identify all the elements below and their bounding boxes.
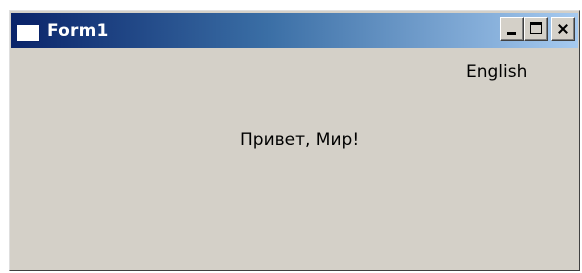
greeting-label: Привет, Мир! <box>240 130 360 150</box>
language-toggle[interactable]: English <box>466 62 527 82</box>
minimize-button[interactable] <box>500 17 524 41</box>
caption-buttons <box>500 17 575 41</box>
close-icon <box>552 18 574 40</box>
maximize-icon <box>530 22 542 34</box>
title-bar[interactable]: Form1 <box>11 13 578 48</box>
window-title: Form1 <box>47 20 109 41</box>
window-icon[interactable] <box>16 19 40 42</box>
minimize-icon <box>507 32 516 35</box>
close-button[interactable] <box>551 17 575 41</box>
maximize-button[interactable] <box>524 17 548 41</box>
